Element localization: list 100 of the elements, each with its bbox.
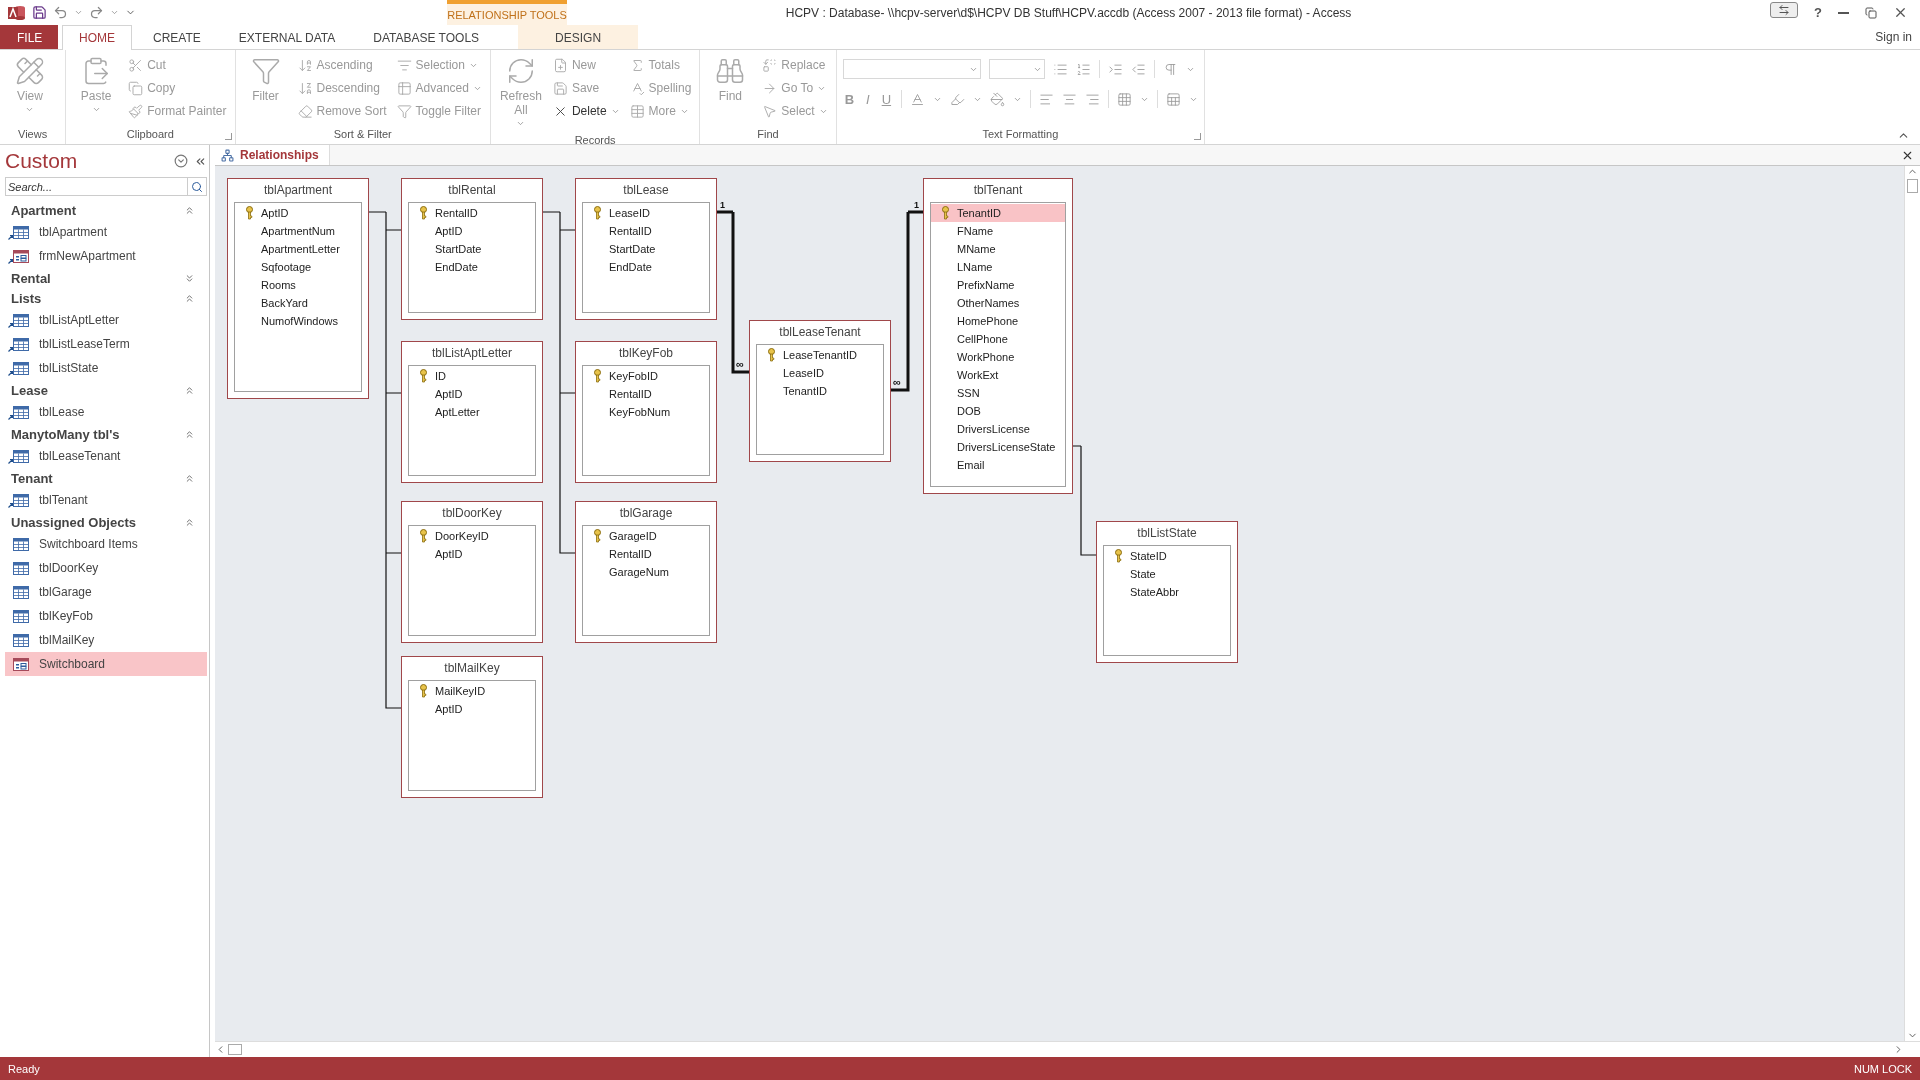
table-field[interactable]: AptID	[235, 204, 361, 222]
table-field[interactable]: RentalID	[409, 204, 535, 222]
table-field[interactable]: StateAbbr	[1104, 583, 1230, 601]
nav-item[interactable]: tblLease	[5, 400, 207, 424]
row-color-icon[interactable]	[1166, 91, 1182, 107]
minimize-button[interactable]	[1838, 11, 1849, 14]
table-field[interactable]: MName	[931, 240, 1065, 258]
dialog-launcher-icon[interactable]	[1194, 133, 1202, 140]
undo-button[interactable]	[53, 5, 68, 20]
dialog-launcher-icon[interactable]	[224, 133, 232, 140]
table-field[interactable]: BackYard	[235, 294, 361, 312]
nav-group-header[interactable]: Tenant	[5, 468, 207, 488]
dropdown-icon[interactable]	[174, 154, 188, 168]
table-field[interactable]: AptLetter	[409, 403, 535, 421]
nav-item[interactable]: tblApartment	[5, 220, 207, 244]
table-card[interactable]: tblRental RentalID AptID StartDate EndDate	[401, 178, 543, 320]
align-center-icon[interactable]	[1062, 91, 1078, 107]
nav-group-header[interactable]: Lease	[5, 380, 207, 400]
table-field[interactable]: KeyFobID	[583, 367, 709, 385]
horizontal-scrollbar[interactable]	[215, 1041, 1920, 1057]
search-button[interactable]	[187, 177, 207, 196]
table-field[interactable]: RentalID	[583, 545, 709, 563]
table-card[interactable]: tblMailKey MailKeyID AptID	[401, 656, 543, 798]
table-card[interactable]: tblDoorKey DoorKeyID AptID	[401, 501, 543, 643]
table-field[interactable]: HomePhone	[931, 312, 1065, 330]
table-field[interactable]: ID	[409, 367, 535, 385]
table-field[interactable]: DoorKeyID	[409, 527, 535, 545]
vertical-scrollbar[interactable]	[1904, 166, 1920, 1041]
table-field[interactable]: State	[1104, 565, 1230, 583]
table-field[interactable]: MailKeyID	[409, 682, 535, 700]
table-field[interactable]: DOB	[931, 402, 1065, 420]
table-field[interactable]: AptID	[409, 222, 535, 240]
nav-item[interactable]: tblListState	[5, 356, 207, 380]
save-button[interactable]	[32, 5, 47, 20]
table-field[interactable]: AptID	[409, 545, 535, 563]
table-field[interactable]: LeaseID	[757, 364, 883, 382]
align-right-icon[interactable]	[1085, 91, 1101, 107]
nav-group-header[interactable]: Rental	[5, 268, 207, 288]
nav-group-header[interactable]: Lists	[5, 288, 207, 308]
nav-item[interactable]: tblKeyFob	[5, 604, 207, 628]
table-card[interactable]: tblLease LeaseID RentalID StartDate EndDate	[575, 178, 717, 320]
table-field[interactable]: WorkPhone	[931, 348, 1065, 366]
highlighter-icon[interactable]	[950, 91, 966, 107]
table-card[interactable]: tblKeyFob KeyFobID RentalID KeyFobNum	[575, 341, 717, 483]
ribbon-tab[interactable]: CREATE	[136, 25, 218, 49]
nav-item[interactable]: Switchboard Items	[5, 532, 207, 556]
table-field[interactable]: AptID	[409, 700, 535, 718]
scrollbar-thumb[interactable]	[1907, 179, 1918, 193]
table-field[interactable]: RentalID	[583, 222, 709, 240]
nav-item[interactable]: tblLeaseTenant	[5, 444, 207, 468]
table-field[interactable]: ApartmentLetter	[235, 240, 361, 258]
nav-item[interactable]: tblGarage	[5, 580, 207, 604]
redo-button[interactable]	[89, 5, 104, 20]
table-field[interactable]: WorkExt	[931, 366, 1065, 384]
outdent-icon[interactable]	[1130, 61, 1146, 77]
table-field[interactable]: DriversLicense	[931, 420, 1065, 438]
table-field[interactable]: LName	[931, 258, 1065, 276]
paragraph-direction-icon[interactable]	[1162, 61, 1178, 77]
search-field[interactable]: Search...	[5, 177, 187, 196]
table-card[interactable]: tblGarage GarageID RentalID GarageNum	[575, 501, 717, 643]
ribbon-tab[interactable]: HOME	[62, 25, 132, 50]
table-field[interactable]: LeaseID	[583, 204, 709, 222]
file-tab[interactable]: FILE	[0, 25, 58, 49]
table-field[interactable]: SSN	[931, 384, 1065, 402]
nav-item[interactable]: tblDoorKey	[5, 556, 207, 580]
table-field[interactable]: LeaseTenantID	[757, 346, 883, 364]
ribbon-tab[interactable]: DATABASE TOOLS	[356, 25, 497, 49]
ribbon-button[interactable]: Delete	[550, 100, 622, 122]
paint-bucket-icon[interactable]	[990, 91, 1006, 107]
table-field[interactable]: OtherNames	[931, 294, 1065, 312]
nav-group-header[interactable]: Unassigned Objects	[5, 512, 207, 532]
table-field[interactable]: PrefixName	[931, 276, 1065, 294]
nav-item[interactable]: tblListLeaseTerm	[5, 332, 207, 356]
nav-item[interactable]: frmNewApartment	[5, 244, 207, 268]
table-field[interactable]: TenantID	[931, 204, 1065, 222]
table-field[interactable]: StartDate	[583, 240, 709, 258]
nav-group-header[interactable]: ManytoMany tbl's	[5, 424, 207, 444]
table-field[interactable]: Email	[931, 456, 1065, 474]
table-field[interactable]: Rooms	[235, 276, 361, 294]
help-button[interactable]: ?	[1814, 5, 1822, 20]
table-field[interactable]: CellPhone	[931, 330, 1065, 348]
bullets-icon[interactable]	[1052, 61, 1068, 77]
nav-item[interactable]: tblTenant	[5, 488, 207, 512]
numbering-icon[interactable]	[1075, 61, 1091, 77]
table-card[interactable]: tblListState StateID State StateAbbr	[1096, 521, 1238, 663]
table-field[interactable]: StartDate	[409, 240, 535, 258]
font-size-combo[interactable]	[988, 59, 1045, 79]
table-card[interactable]: tblApartment AptID ApartmentNum ApartmentLetter Sqfootage Rooms BackYard NumofWindows	[227, 178, 369, 399]
table-card[interactable]: tblTenant TenantID FName MName LName PrefixName OtherNames HomePhone CellPhone WorkPhone WorkExt SSN DOB DriversLicense DriversLicenseState Email	[923, 178, 1073, 494]
table-field[interactable]: GarageID	[583, 527, 709, 545]
nav-group-header[interactable]: Apartment	[5, 200, 207, 220]
table-field[interactable]: GarageNum	[583, 563, 709, 581]
table-field[interactable]: Sqfootage	[235, 258, 361, 276]
nav-item[interactable]: Switchboard	[5, 652, 207, 676]
table-field[interactable]: EndDate	[409, 258, 535, 276]
table-field[interactable]: StateID	[1104, 547, 1230, 565]
restore-button[interactable]	[1865, 6, 1877, 19]
table-field[interactable]: TenantID	[757, 382, 883, 400]
font-color-icon[interactable]	[910, 91, 926, 107]
nav-item[interactable]: tblListAptLetter	[5, 308, 207, 332]
